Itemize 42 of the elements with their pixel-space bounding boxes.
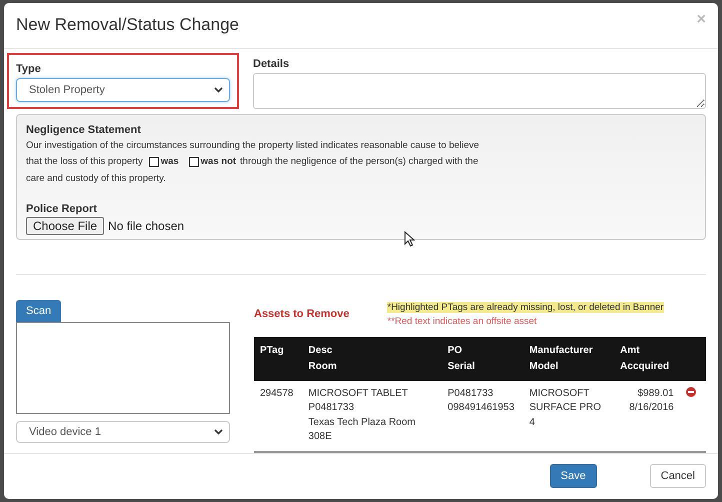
statement-text: through the negligence of the person(s) charged with the [240, 155, 478, 170]
table-header: PO [442, 336, 524, 358]
table-header: PTag [254, 336, 302, 380]
table-header: Desc [302, 336, 442, 358]
save-button[interactable]: Save [550, 464, 597, 488]
checkbox[interactable] [188, 157, 199, 168]
panel-title: Negligence Statement [26, 124, 142, 136]
statement-text: Our investigation of the circumstances surrounding the property listed indicates reasonable cause to believe [26, 138, 480, 152]
field-label: Type [16, 62, 41, 74]
table-cell: MICROSOFT TABLET P0481733 Texas Tech Plaza Room 308E [302, 380, 442, 452]
table-cell: 294578 [254, 380, 302, 452]
scan-button[interactable]: Scan [16, 300, 62, 322]
checkbox-label[interactable]: was [160, 154, 179, 171]
field-label: Details [253, 58, 290, 70]
table-cell: $989.01 8/16/2016 [614, 380, 680, 452]
table-header: Serial [442, 358, 524, 380]
offsite-note: **Red text indicates an offsite asset [387, 316, 537, 326]
section-title: Assets to Remove [254, 308, 350, 322]
remove-icon[interactable] [686, 386, 696, 396]
highlight-note: *Highlighted PTags are already missing, lost, or deleted in Banner [387, 302, 664, 312]
choose-file-button[interactable]: Choose File [26, 217, 104, 236]
table-header: Accquired [614, 358, 680, 380]
table-header: Room [302, 358, 442, 380]
dialog-title: New Removal/Status Change [16, 15, 240, 36]
field-label: Police Report [26, 203, 98, 216]
table-header: Amt [614, 336, 680, 358]
table-header: Manufacturer [523, 336, 614, 358]
chevron-icon [214, 428, 223, 434]
table-header: Model [523, 358, 614, 380]
cancel-button[interactable]: Cancel [650, 464, 706, 488]
checkbox-label[interactable]: was not [200, 154, 236, 171]
table-cell: MICROSOFT SURFACE PRO 4 [523, 380, 614, 452]
file-status: No file chosen [108, 219, 184, 234]
table-cell: P0481733 098491461953 [442, 380, 524, 452]
type-select[interactable]: Stolen Property [16, 78, 230, 102]
statement-text: that the loss of this property [26, 155, 143, 170]
chevron-icon [214, 86, 223, 92]
device-select[interactable]: Video device 1 [16, 420, 230, 442]
details-field[interactable] [253, 72, 706, 108]
checkbox[interactable] [148, 157, 159, 168]
statement-text: care and custody of this property. [26, 172, 166, 186]
cursor-icon [404, 230, 415, 246]
